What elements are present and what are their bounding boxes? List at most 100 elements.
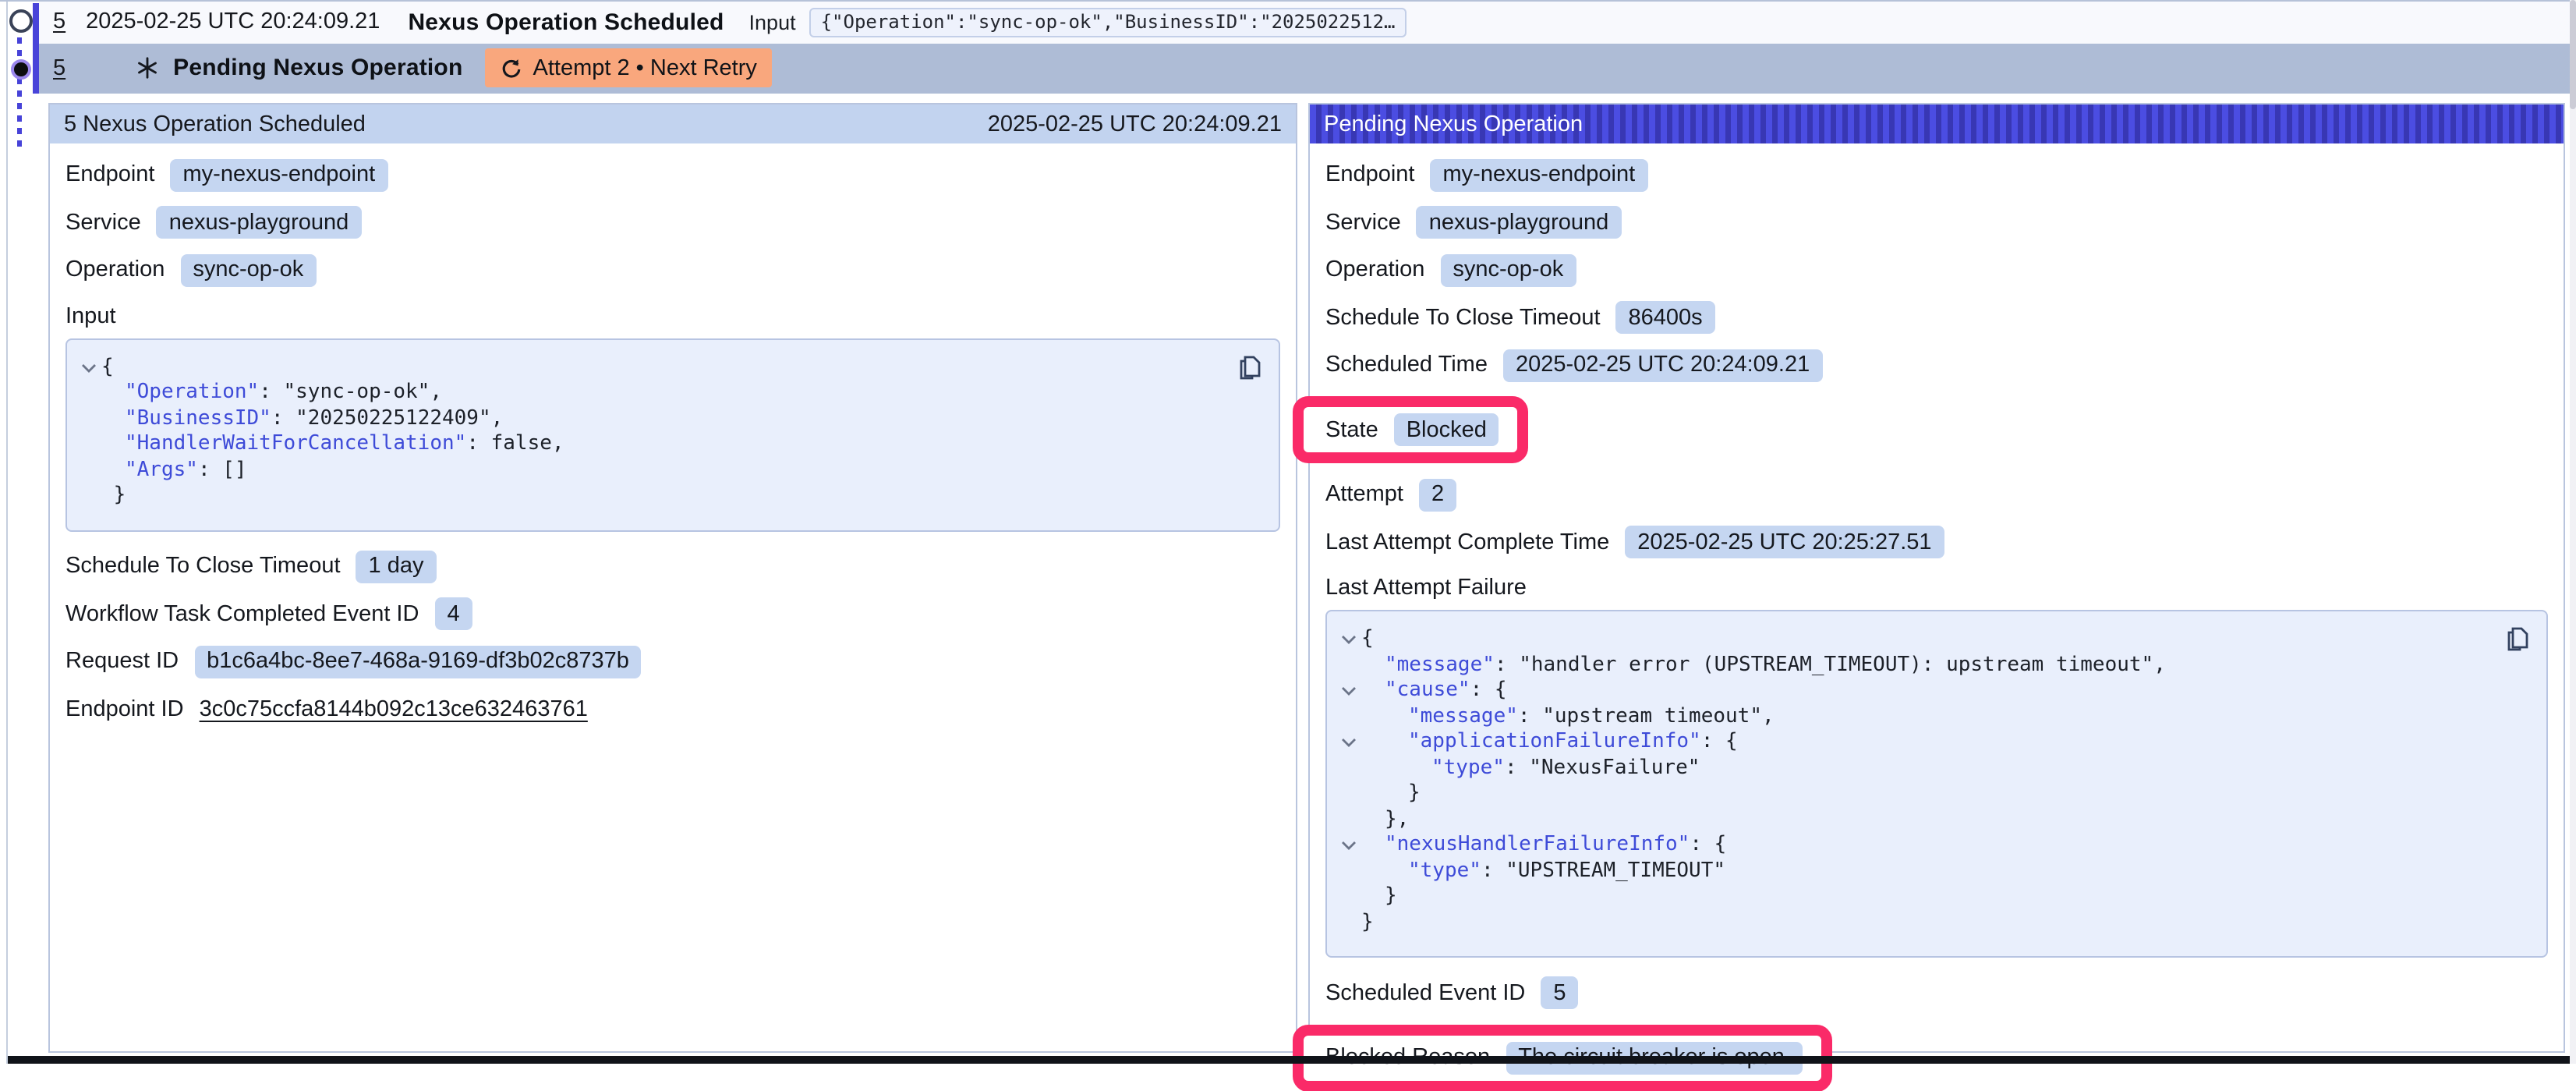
code-gutter [76, 381, 101, 406]
collapse-chevron-icon[interactable] [1336, 627, 1361, 653]
json-code-text: } [1361, 781, 1421, 807]
json-code-block: { "Operation": "sync-op-ok","BusinessID":… [65, 338, 1280, 531]
collapse-chevron-icon[interactable] [76, 355, 101, 381]
json-text: "NexusFailure" [1529, 756, 1700, 779]
code-gutter [1336, 756, 1361, 781]
json-code-text: "applicationFailureInfo": { [1361, 730, 1738, 756]
json-text: : [198, 458, 222, 481]
left-panel-title: 5 Nexus Operation Scheduled [64, 112, 366, 136]
field-row: Scheduled Time2025-02-25 UTC 20:24:09.21 [1325, 349, 2548, 381]
field-value-chip: nexus-playground [1417, 206, 1622, 239]
field-label: Schedule To Close Timeout [1325, 305, 1601, 330]
retry-status-badge: Attempt 2 • Next Retry [485, 49, 773, 88]
json-text: } [101, 484, 126, 507]
copy-icon[interactable] [2504, 625, 2531, 652]
field-value-chip: 2025-02-25 UTC 20:25:27.51 [1625, 526, 1944, 558]
json-code-text: "message": "handler error (UPSTREAM_TIME… [1361, 653, 2166, 678]
json-text: , [2153, 653, 2166, 676]
json-key: "Operation" [125, 381, 259, 404]
field-label: Schedule To Close Timeout [65, 554, 341, 579]
field-row: Schedule To Close Timeout86400s [1325, 301, 2548, 334]
json-code-line: } [1336, 781, 2500, 807]
field-label: Attempt [1325, 482, 1403, 507]
field-value-link[interactable]: 3c0c75ccfa8144b092c13ce632463761 [200, 696, 588, 721]
scrollbar-track[interactable] [2570, 0, 2576, 1064]
code-gutter [1336, 884, 1361, 910]
json-text: , [430, 381, 442, 404]
field-row: StateBlocked [1325, 396, 2548, 463]
field-value-chip: sync-op-ok [1440, 253, 1576, 286]
code-gutter [76, 432, 101, 458]
json-code-text: } [1361, 884, 1397, 910]
json-code-text: } [1361, 910, 1374, 936]
json-code-line: { [76, 355, 1232, 381]
event-details-container: 5 Nexus Operation Scheduled 2025-02-25 U… [23, 103, 2568, 1054]
json-text: : [259, 381, 283, 404]
json-key: "applicationFailureInfo" [1408, 730, 1701, 753]
field-row: Operationsync-op-ok [1325, 253, 2548, 286]
left-panel-header: 5 Nexus Operation Scheduled 2025-02-25 U… [50, 104, 1296, 143]
left-panel-timestamp: 2025-02-25 UTC 20:24:09.21 [988, 112, 1282, 136]
json-code-text: "message": "upstream timeout", [1361, 704, 1775, 730]
json-key: "BusinessID" [125, 406, 271, 430]
input-label: Input [749, 11, 796, 34]
event-timestamp: 2025-02-25 UTC 20:24:09.21 [86, 10, 380, 35]
field-row: Last Attempt Complete Time2025-02-25 UTC… [1325, 526, 2548, 558]
retry-icon [501, 58, 522, 80]
event-id-link[interactable]: 5 [53, 56, 65, 81]
nexus-asterisk-icon [136, 57, 159, 80]
section-label: Input [65, 303, 1280, 328]
json-code-text: "type": "UPSTREAM_TIMEOUT" [1361, 859, 1725, 884]
field-label: State [1325, 417, 1378, 442]
json-text: "upstream timeout" [1542, 704, 1762, 728]
json-text: { [1725, 730, 1738, 753]
section-label: Last Attempt Failure [1325, 576, 2548, 600]
json-text: , [491, 406, 504, 430]
json-code-line: "message": "upstream timeout", [1336, 704, 2500, 730]
collapse-chevron-icon[interactable] [1336, 730, 1361, 756]
field-label: Service [1325, 210, 1401, 235]
json-code-line: } [76, 484, 1232, 509]
code-gutter [1336, 807, 1361, 833]
json-key: "nexusHandlerFailureInfo" [1385, 833, 1690, 856]
json-text: } [1385, 884, 1397, 908]
code-gutter [1336, 653, 1361, 678]
collapse-chevron-icon[interactable] [1336, 678, 1361, 704]
json-text: , [552, 432, 564, 455]
json-text: , [1762, 704, 1775, 728]
collapse-chevron-icon[interactable] [1336, 833, 1361, 859]
field-label: Workflow Task Completed Event ID [65, 601, 419, 626]
json-code-line: "type": "UPSTREAM_TIMEOUT" [1336, 859, 2500, 884]
field-value-chip: my-nexus-endpoint [1431, 158, 1648, 191]
json-code-line: "Operation": "sync-op-ok", [76, 381, 1232, 406]
field-value-chip: 2 [1419, 478, 1456, 511]
json-code-line: { [1336, 627, 2500, 653]
json-code-line: "HandlerWaitForCancellation": false, [76, 432, 1232, 458]
json-text: : [1505, 756, 1529, 779]
event-title: Pending Nexus Operation [173, 55, 462, 82]
event-row-pending-nexus-operation[interactable]: 5 Pending Nexus Operation Attempt 2 • Ne… [39, 43, 2571, 94]
right-panel-header: Pending Nexus Operation [1310, 104, 2564, 143]
field-value-chip: my-nexus-endpoint [171, 158, 388, 191]
event-row-nexus-operation-scheduled[interactable]: 5 2025-02-25 UTC 20:24:09.21 Nexus Opera… [39, 2, 2571, 43]
bottom-edge-line [8, 1056, 2571, 1063]
json-text: : [1495, 653, 1519, 676]
json-text: : [1701, 730, 1725, 753]
input-preview-chip: {"Operation":"sync-op-ok","BusinessID":"… [810, 8, 1407, 37]
right-panel-fields: Endpoint my-nexus-endpoint Service nexus-pl… [1310, 158, 2564, 1091]
field-label: Endpoint [1325, 162, 1415, 187]
field-value-chip: nexus-playground [157, 206, 362, 239]
json-code-text: "BusinessID": "20250225122409", [101, 406, 503, 432]
json-text: }, [1385, 807, 1409, 831]
json-code-line: "nexusHandlerFailureInfo": { [1336, 833, 2500, 859]
json-text: { [101, 355, 114, 378]
scrollbar-thumb[interactable] [2570, 0, 2576, 109]
json-text: [] [222, 458, 246, 481]
json-code-text: { [1361, 627, 1374, 653]
retry-badge-label: Attempt 2 • Next Retry [533, 56, 757, 81]
copy-icon[interactable] [1237, 353, 1263, 380]
json-text: : [1470, 678, 1495, 702]
field-value-chip: 4 [434, 597, 472, 630]
event-id-link[interactable]: 5 [53, 10, 65, 35]
json-key: "cause" [1385, 678, 1470, 702]
